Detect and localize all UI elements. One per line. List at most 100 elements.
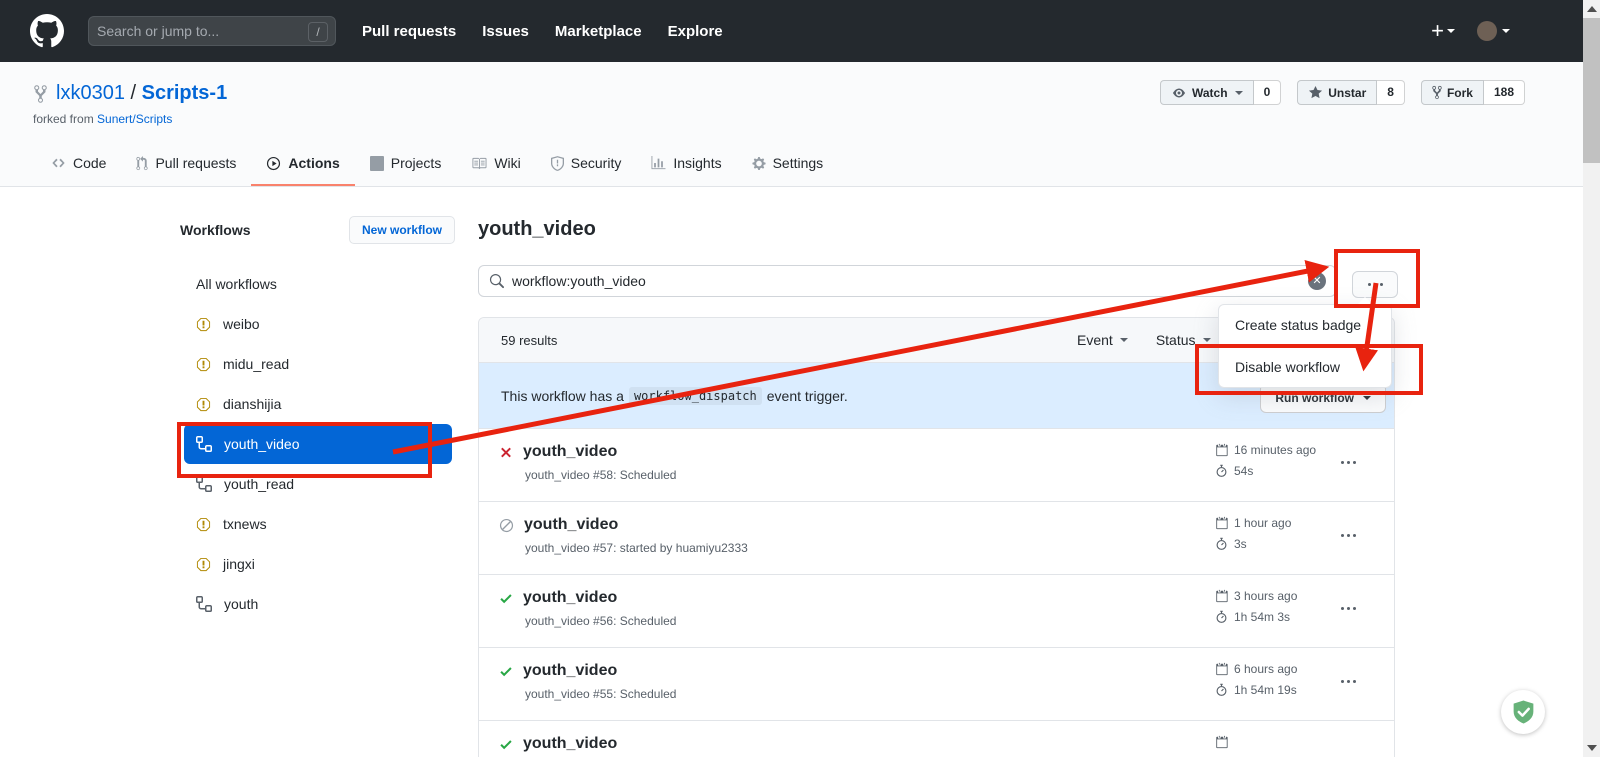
- tab-actions[interactable]: Actions: [251, 142, 354, 186]
- scrollbar[interactable]: [1583, 0, 1600, 757]
- forked-from-link[interactable]: Sunert/Scripts: [97, 112, 172, 126]
- nav-marketplace[interactable]: Marketplace: [555, 23, 642, 40]
- create-new-button[interactable]: +: [1431, 18, 1455, 44]
- runs-search-input[interactable]: [512, 273, 1252, 289]
- tab-insights[interactable]: Insights: [636, 142, 736, 186]
- repo-header: lxk0301 / Scripts-1 forked from Sunert/S…: [0, 62, 1600, 187]
- run-title-link[interactable]: youth_video: [523, 735, 617, 753]
- tab-projects[interactable]: Projects: [355, 142, 457, 186]
- fork-count[interactable]: 188: [1484, 80, 1525, 105]
- tab-security[interactable]: Security: [536, 142, 637, 186]
- run-options-button[interactable]: [1335, 528, 1362, 543]
- warning-icon: [196, 557, 211, 572]
- new-workflow-button[interactable]: New workflow: [349, 216, 455, 244]
- workflow-icon: [196, 596, 212, 612]
- avatar[interactable]: [1477, 21, 1497, 41]
- repo-separator: /: [131, 82, 142, 104]
- caret-down-icon: [1120, 338, 1128, 342]
- check-icon: [499, 664, 513, 679]
- clear-search-icon[interactable]: ✕: [1308, 272, 1326, 290]
- graph-icon: [651, 156, 666, 170]
- git-pull-request-icon: [136, 156, 148, 171]
- run-time: 16 minutes ago: [1234, 443, 1316, 457]
- sidebar-item-all-workflows[interactable]: All workflows: [180, 264, 455, 304]
- run-time: 6 hours ago: [1234, 662, 1297, 676]
- workflow-icon: [196, 476, 212, 492]
- sidebar-item-dianshijia[interactable]: dianshijia: [180, 384, 455, 424]
- user-menu[interactable]: [1477, 21, 1510, 41]
- watch-button[interactable]: Watch: [1160, 80, 1254, 105]
- runs-search[interactable]: [478, 265, 1336, 297]
- page-title: youth_video: [478, 218, 1395, 241]
- tab-pull-requests[interactable]: Pull requests: [121, 142, 251, 186]
- nav-explore[interactable]: Explore: [668, 23, 723, 40]
- slash-shortcut-hint: /: [308, 22, 328, 42]
- run-title-link[interactable]: youth_video: [523, 589, 617, 607]
- workflow-options-button[interactable]: [1352, 271, 1398, 298]
- calendar-icon: [1215, 443, 1228, 457]
- repo-title: lxk0301 / Scripts-1: [33, 82, 227, 105]
- run-row[interactable]: youth_video youth_video #58: Scheduled 1…: [479, 429, 1394, 502]
- sidebar-item-txnews[interactable]: txnews: [180, 504, 455, 544]
- watch-count[interactable]: 0: [1254, 80, 1282, 105]
- global-header: / Pull requests Issues Marketplace Explo…: [0, 0, 1600, 62]
- caret-down-icon: [1502, 29, 1510, 33]
- github-logo-icon[interactable]: [30, 14, 64, 48]
- repo-name-link[interactable]: Scripts-1: [142, 82, 228, 104]
- run-title-link[interactable]: youth_video: [523, 443, 617, 461]
- sidebar-item-midu_read[interactable]: midu_read: [180, 344, 455, 384]
- global-search[interactable]: /: [88, 16, 336, 46]
- menu-item-create-status-badge[interactable]: Create status badge: [1219, 305, 1391, 346]
- warning-icon: [196, 357, 211, 372]
- book-icon: [471, 156, 487, 171]
- stopwatch-icon: [1215, 464, 1228, 478]
- run-options-button[interactable]: [1335, 601, 1362, 616]
- repo-owner-link[interactable]: lxk0301: [56, 82, 125, 104]
- tab-code[interactable]: Code: [36, 142, 121, 186]
- check-icon: [499, 737, 513, 752]
- workflow-options-menu: Create status badge Disable workflow: [1218, 304, 1392, 388]
- sidebar-item-jingxi[interactable]: jingxi: [180, 544, 455, 584]
- scrollbar-thumb[interactable]: [1583, 18, 1600, 163]
- run-duration: 54s: [1234, 464, 1253, 478]
- results-count: 59 results: [501, 333, 557, 348]
- caret-down-icon: [1235, 91, 1243, 95]
- scroll-up-icon[interactable]: [1587, 6, 1597, 12]
- adguard-badge[interactable]: [1501, 690, 1545, 734]
- run-options-button[interactable]: [1335, 455, 1362, 470]
- run-row[interactable]: youth_video youth_video #55: Scheduled 6…: [479, 648, 1394, 721]
- shield-check-icon: [1510, 699, 1537, 726]
- run-time: 3 hours ago: [1234, 589, 1297, 603]
- caret-down-icon: [1203, 338, 1211, 342]
- run-row[interactable]: youth_video youth_video #57: started by …: [479, 502, 1394, 575]
- search-icon: [489, 274, 504, 289]
- menu-item-disable-workflow[interactable]: Disable workflow: [1219, 346, 1391, 387]
- status-filter[interactable]: Status: [1156, 332, 1211, 348]
- unstar-button[interactable]: Unstar: [1297, 80, 1377, 105]
- stopwatch-icon: [1215, 610, 1228, 624]
- star-count[interactable]: 8: [1377, 80, 1405, 105]
- warning-icon: [196, 517, 211, 532]
- run-title-link[interactable]: youth_video: [524, 516, 618, 534]
- x-failed-icon: [499, 445, 513, 460]
- event-filter[interactable]: Event: [1077, 332, 1128, 348]
- run-row[interactable]: youth_video: [479, 721, 1394, 757]
- nav-issues[interactable]: Issues: [482, 23, 529, 40]
- run-row[interactable]: youth_video youth_video #56: Scheduled 3…: [479, 575, 1394, 648]
- workflow-icon: [196, 436, 212, 452]
- calendar-icon: [1215, 662, 1228, 676]
- sidebar-item-youth[interactable]: youth: [180, 584, 455, 624]
- sidebar-item-weibo[interactable]: weibo: [180, 304, 455, 344]
- tab-wiki[interactable]: Wiki: [456, 142, 535, 186]
- stopwatch-icon: [1215, 683, 1228, 697]
- global-search-input[interactable]: [97, 23, 287, 39]
- sidebar-item-youth_read[interactable]: youth_read: [180, 464, 455, 504]
- sidebar-item-youth_video[interactable]: youth_video: [184, 424, 452, 464]
- nav-pull-requests[interactable]: Pull requests: [362, 23, 456, 40]
- run-options-button[interactable]: [1335, 674, 1362, 689]
- project-icon: [370, 156, 384, 171]
- run-title-link[interactable]: youth_video: [523, 662, 617, 680]
- fork-button[interactable]: Fork: [1421, 80, 1484, 105]
- tab-settings[interactable]: Settings: [737, 142, 839, 186]
- scroll-down-icon[interactable]: [1587, 745, 1597, 751]
